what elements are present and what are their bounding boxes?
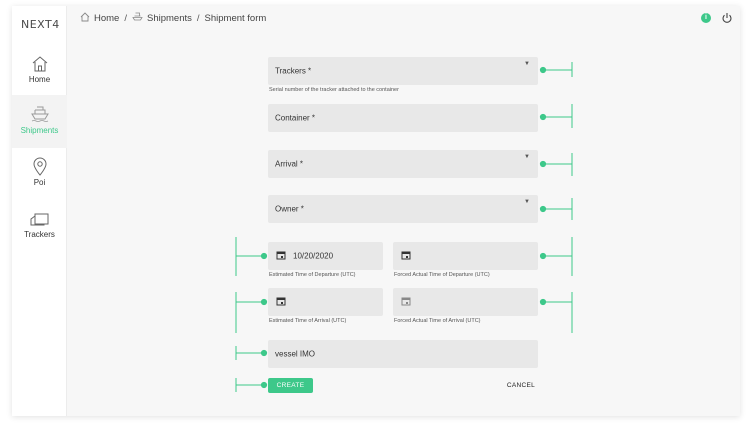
- arrival-label: Arrival *: [275, 159, 304, 169]
- eta-helper-text: Estimated Time of Arrival (UTC): [269, 318, 347, 324]
- vessel-imo-label: vessel IMO: [275, 349, 316, 359]
- home-icon: [12, 55, 67, 73]
- trackers-helper-text: Serial number of the tracker attached to…: [269, 87, 399, 93]
- sidebar: NEXT4 Home Shipments Poi Trackers: [12, 6, 67, 416]
- sidebar-item-label: Shipments: [20, 126, 59, 135]
- cancel-button[interactable]: CANCEL: [501, 379, 541, 392]
- etd-date-field[interactable]: 10/20/2020: [268, 242, 383, 270]
- sidebar-item-trackers[interactable]: Trackers: [12, 204, 67, 257]
- breadcrumb-shipments[interactable]: Shipments: [147, 13, 192, 24]
- calendar-icon: [276, 250, 286, 262]
- owner-select[interactable]: Owner * ▼: [268, 195, 538, 223]
- app-window: NEXT4 Home Shipments Poi Trackers Home /…: [12, 6, 740, 416]
- ship-icon: [132, 12, 147, 25]
- sidebar-item-label: Home: [28, 75, 51, 84]
- owner-label: Owner *: [275, 204, 304, 214]
- app-logo: NEXT4: [21, 18, 60, 31]
- sidebar-item-shipments[interactable]: Shipments: [12, 95, 67, 148]
- container-label: Container *: [275, 113, 316, 123]
- tracker-icon: [12, 210, 67, 228]
- fatd-helper-text: Forced Actual Time of Departure (UTC): [394, 272, 490, 278]
- breadcrumb-separator: /: [196, 13, 200, 24]
- dropdown-arrow-icon: ▼: [524, 154, 530, 160]
- breadcrumb-separator: /: [124, 13, 127, 24]
- trackers-select[interactable]: Trackers * ▼: [268, 57, 538, 85]
- arrival-select[interactable]: Arrival * ▼: [268, 150, 538, 178]
- fata-date-field[interactable]: [393, 288, 538, 316]
- calendar-icon: [401, 296, 411, 308]
- etd-helper-text: Estimated Time of Departure (UTC): [269, 272, 356, 278]
- map-pin-icon: [12, 156, 67, 176]
- sidebar-item-poi[interactable]: Poi: [12, 151, 67, 204]
- dropdown-arrow-icon: ▼: [524, 61, 530, 67]
- container-field[interactable]: Container *: [268, 104, 538, 132]
- dropdown-arrow-icon: ▼: [524, 199, 530, 205]
- fatd-date-field[interactable]: [393, 242, 538, 270]
- calendar-icon: [276, 296, 286, 308]
- create-button[interactable]: CREATE: [268, 378, 313, 393]
- calendar-icon: [401, 250, 411, 262]
- sidebar-item-label: Poi: [33, 178, 46, 187]
- power-icon[interactable]: [721, 11, 733, 29]
- fata-helper-text: Forced Actual Time of Arrival (UTC): [394, 318, 481, 324]
- breadcrumb-current: Shipment form: [204, 13, 267, 24]
- etd-value: 10/20/2020: [293, 251, 334, 261]
- home-icon: [80, 12, 94, 25]
- eta-date-field[interactable]: [268, 288, 383, 316]
- breadcrumb-home[interactable]: Home: [94, 13, 119, 24]
- trackers-label: Trackers *: [275, 66, 312, 76]
- vessel-imo-field[interactable]: vessel IMO: [268, 340, 538, 368]
- breadcrumb: Home / Shipments / Shipment form: [80, 12, 266, 25]
- ship-icon: [12, 104, 67, 124]
- sidebar-item-label: Trackers: [24, 230, 55, 239]
- info-badge[interactable]: i: [701, 13, 711, 23]
- top-bar: Home / Shipments / Shipment form i: [67, 6, 740, 30]
